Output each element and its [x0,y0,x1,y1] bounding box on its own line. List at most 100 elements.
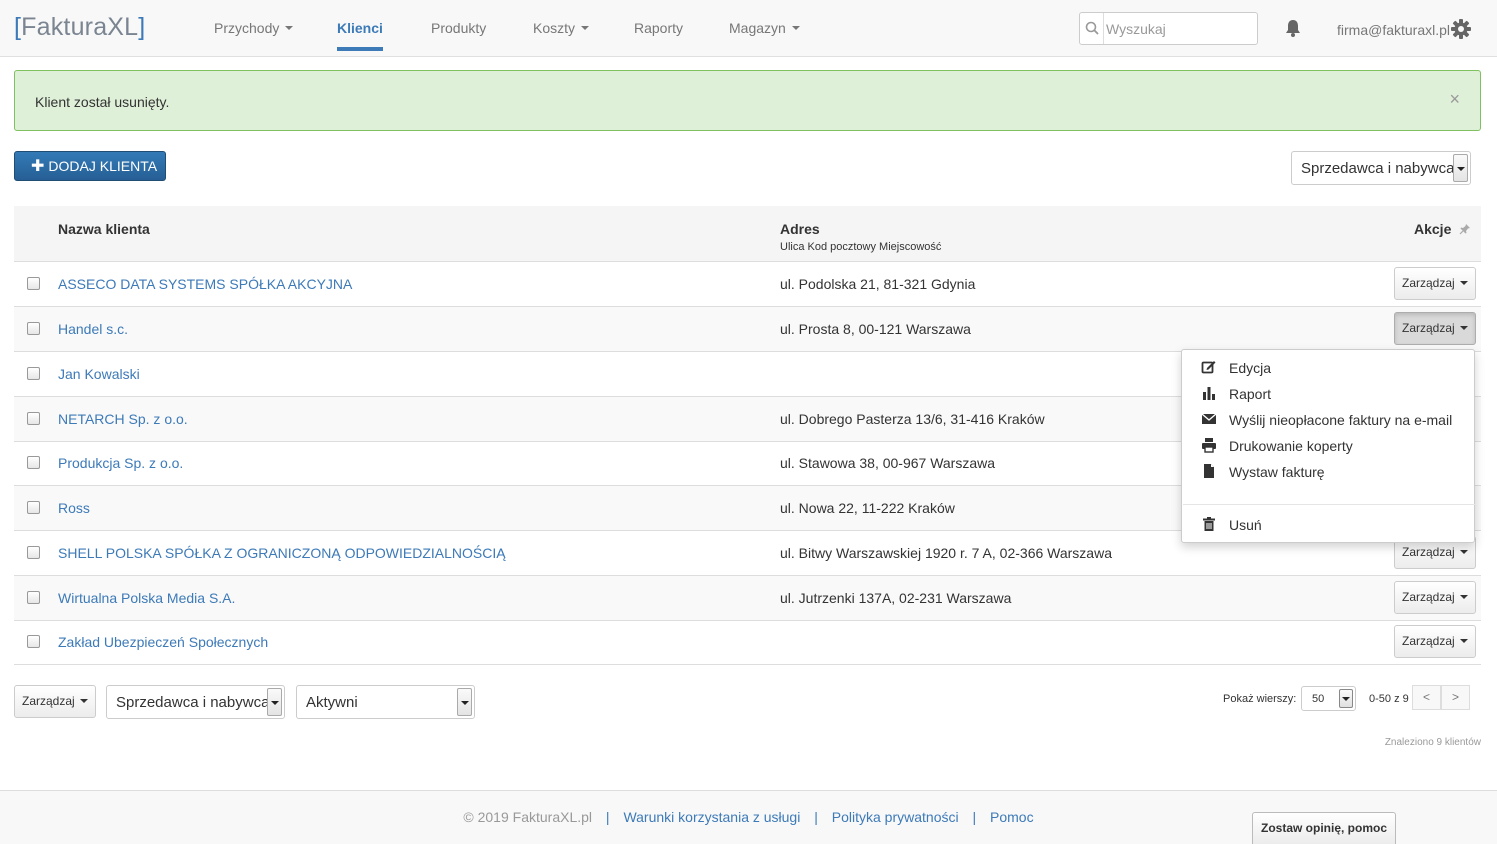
footer-terms-link[interactable]: Warunki korzystania z usługi [623,809,800,825]
chevron-down-icon [80,698,89,703]
results-count: Znaleziono 9 klientów [1384,737,1481,748]
manage-button[interactable]: Zarządzaj [1394,625,1476,658]
pagination-info: 0-50 z 9 [1369,693,1409,705]
nav-item-koszty[interactable]: Koszty [533,20,589,36]
menu-item-report[interactable]: Raport [1182,382,1474,406]
next-page-button[interactable]: > [1441,685,1470,710]
rows-per-page-select[interactable]: 50 [1301,686,1356,711]
plus-icon: ✚ [31,158,45,175]
table-row: Wirtualna Polska Media S.A. ul. Jutrzenk… [14,576,1481,621]
menu-item-send-unpaid[interactable]: Wyślij nieopłacone faktury na e-mail [1182,408,1474,432]
client-address: ul. Podolska 21, 81-321 Gdynia [780,276,976,292]
footer-separator: | [814,809,818,825]
row-checkbox[interactable] [27,322,40,335]
nav-item-klienci[interactable]: Klienci [337,20,383,51]
client-address: ul. Jutrzenki 137A, 02-231 Warszawa [780,590,1012,606]
row-checkbox[interactable] [27,501,40,514]
trash-icon [1201,516,1217,532]
pin-icon[interactable] [1459,223,1471,235]
row-checkbox[interactable] [27,412,40,425]
gear-icon[interactable] [1450,18,1472,40]
nav-item-raporty[interactable]: Raporty [634,20,683,36]
top-navbar: [FakturaXL] Przychody Klienci Produkty K… [0,0,1497,57]
client-name-link[interactable]: SHELL POLSKA SPÓŁKA Z OGRANICZONĄ ODPOWI… [58,545,506,561]
chevron-down-icon [267,688,282,716]
nav-item-magazyn[interactable]: Magazyn [729,20,800,36]
chevron-down-icon [580,26,589,31]
chevron-down-icon [457,688,472,716]
chevron-down-icon [1460,280,1469,285]
chevron-down-icon [1460,638,1469,643]
client-name-link[interactable]: Wirtualna Polska Media S.A. [58,590,235,606]
client-address: ul. Dobrego Pasterza 13/6, 31-416 Kraków [780,411,1045,427]
footer-privacy-link[interactable]: Polityka prywatności [832,809,959,825]
user-email[interactable]: firma@fakturaxl.pl [1337,22,1450,38]
row-checkbox[interactable] [27,277,40,290]
column-header-address[interactable]: Adres [780,221,820,237]
bottom-client-type-select[interactable]: Sprzedawca i nabywca [106,685,285,719]
chevron-down-icon [1460,325,1469,330]
client-name-link[interactable]: Produkcja Sp. z o.o. [58,455,183,471]
rows-per-page-label: Pokaż wierszy: [1223,693,1297,705]
client-address: ul. Nowa 22, 11-222 Kraków [780,500,955,516]
add-client-button[interactable]: ✚ DODAJ KLIENTA [14,151,166,181]
menu-item-print-envelope[interactable]: Drukowanie koperty [1182,434,1474,458]
client-address: ul. Bitwy Warszawskiej 1920 r. 7 A, 02-3… [780,545,1112,561]
footer-separator: | [605,809,610,825]
bottom-status-select[interactable]: Aktywni [296,685,475,719]
table-row: Zakład Ubezpieczeń Społecznych Zarządzaj [14,620,1481,665]
row-checkbox[interactable] [27,546,40,559]
prev-page-button[interactable]: < [1412,685,1441,710]
chevron-down-icon [1460,549,1469,554]
client-address: ul. Prosta 8, 00-121 Warszawa [780,321,971,337]
client-name-link[interactable]: Ross [58,500,90,516]
bell-icon[interactable] [1283,18,1303,38]
table-header: Nazwa klienta Adres Ulica Kod pocztowy M… [14,206,1481,262]
nav-item-przychody[interactable]: Przychody [214,20,294,36]
client-name-link[interactable]: ASSECO DATA SYSTEMS SPÓŁKA AKCYJNA [58,276,352,292]
chevron-down-icon [285,26,294,31]
client-name-link[interactable]: Jan Kowalski [58,366,140,382]
app-logo[interactable]: [FakturaXL] [14,13,145,42]
client-name-link[interactable]: NETARCH Sp. z o.o. [58,411,188,427]
footer-copyright: © 2019 FakturaXL.pl [463,809,593,825]
row-checkbox[interactable] [27,635,40,648]
client-type-select[interactable]: Sprzedawca i nabywca [1291,151,1471,185]
footer-separator: | [972,809,977,825]
document-icon [1201,463,1217,479]
table-row: ASSECO DATA SYSTEMS SPÓŁKA AKCYJNA ul. P… [14,262,1481,307]
alert-message: Klient został usunięty. [35,94,170,110]
search-box [1079,12,1258,45]
chevron-down-icon [1339,689,1353,708]
column-header-actions: Akcje [1414,221,1452,237]
manage-button[interactable]: Zarządzaj [1394,312,1476,345]
client-name-link[interactable]: Zakład Ubezpieczeń Społecznych [58,634,268,650]
bulk-manage-button[interactable]: Zarządzaj [14,685,96,718]
search-input[interactable] [1106,18,1251,39]
row-checkbox[interactable] [27,367,40,380]
client-address: ul. Stawowa 38, 00-967 Warszawa [780,455,996,471]
manage-button[interactable]: Zarządzaj [1394,267,1476,300]
row-checkbox[interactable] [27,456,40,469]
column-header-address-sub: Ulica Kod pocztowy Miejscowość [780,241,942,253]
edit-icon [1201,359,1217,375]
manage-button[interactable]: Zarządzaj [1394,581,1476,614]
menu-item-delete[interactable]: Usuń [1182,513,1474,537]
bar-chart-icon [1201,385,1217,401]
manage-dropdown-menu: Edycja Raport Wyślij nieopłacone faktury… [1181,349,1475,543]
chevron-down-icon [1453,154,1468,182]
table-row: Handel s.c. ul. Prosta 8, 00-121 Warszaw… [14,307,1481,352]
envelope-icon [1201,411,1217,427]
chevron-down-icon [1460,594,1469,599]
footer-help-link[interactable]: Pomoc [990,809,1034,825]
close-icon[interactable]: × [1449,89,1460,110]
column-header-name[interactable]: Nazwa klienta [58,221,150,237]
nav-item-produkty[interactable]: Produkty [431,20,486,36]
menu-item-edit[interactable]: Edycja [1182,356,1474,380]
client-name-link[interactable]: Handel s.c. [58,321,128,337]
chevron-down-icon [791,26,800,31]
feedback-button[interactable]: Zostaw opinię, pomoc [1252,812,1396,844]
menu-item-issue-invoice[interactable]: Wystaw fakturę [1182,460,1474,484]
row-checkbox[interactable] [27,591,40,604]
search-icon [1080,13,1104,44]
